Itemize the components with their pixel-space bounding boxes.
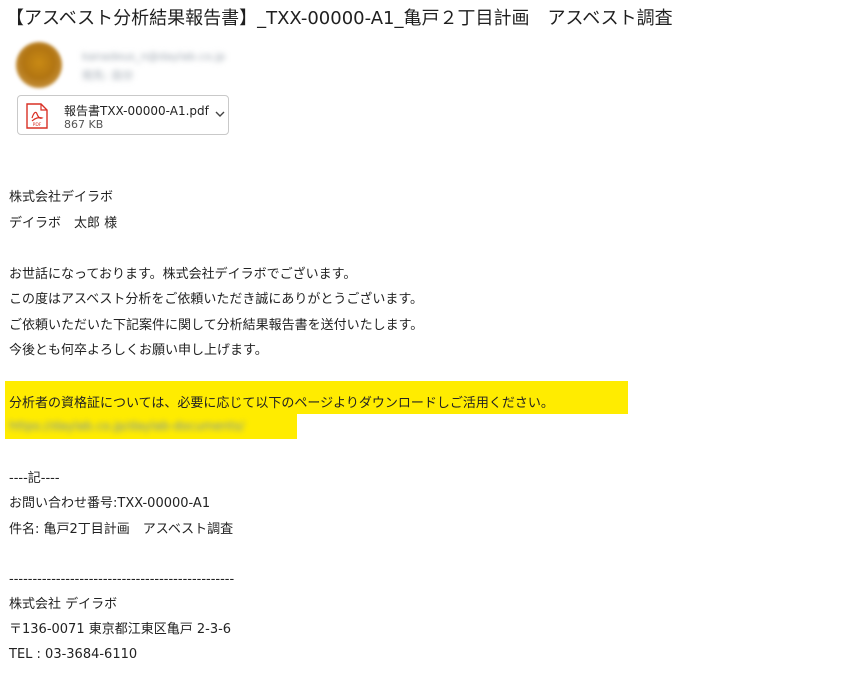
addressee-name: デイラボ 太郎 様 (9, 216, 118, 231)
signature-address: 〒136-0071 東京都江東区亀戸 2-3-6 (9, 622, 232, 637)
case-name: 件名: 亀戸2丁目計画 アスベスト調査 (9, 522, 234, 537)
sender-avatar[interactable] (16, 42, 62, 88)
download-link[interactable]: https://daylab.co.jp/daylab-documents/ (9, 419, 244, 433)
certificate-notice: 分析者の資格証については、必要に応じて以下のページよりダウンロードしご活用くださ… (9, 396, 554, 411)
greeting-line-2: この度はアスベスト分析をご依頼いただき誠にありがとうございます。 (9, 292, 424, 307)
greeting-line-3: ご依頼いただいた下記案件に関して分析結果報告書を送付いたします。 (9, 318, 424, 333)
sender-recipient: 宛先: 自分 (82, 69, 134, 82)
attachment-filename: 報告書TXX-00000-A1.pdf (64, 104, 209, 118)
signature-company: 株式会社 デイラボ (9, 597, 118, 612)
signature-divider: ----------------------------------------… (9, 572, 235, 587)
chevron-down-icon[interactable] (214, 108, 226, 120)
greeting-line-1: お世話になっております。株式会社デイラボでございます。 (9, 267, 357, 282)
attachment-chip[interactable]: PDF 報告書TXX-00000-A1.pdf 867 KB (17, 95, 229, 135)
sender-name[interactable]: kanadeus_n@daylab.co.jp (82, 50, 225, 63)
signature-tel: TEL : 03-3684-6110 (9, 647, 138, 662)
pdf-icon: PDF (26, 103, 48, 129)
record-header: ----記---- (9, 471, 60, 486)
svg-text:PDF: PDF (33, 122, 42, 128)
attachment-size: 867 KB (64, 118, 104, 131)
inquiry-number: お問い合わせ番号:TXX-00000-A1 (9, 496, 211, 511)
addressee-company: 株式会社デイラボ (9, 190, 114, 205)
email-subject: 【アスベスト分析結果報告書】_TXX-00000-A1_亀戸２丁目計画 アスベス… (6, 8, 673, 29)
greeting-line-4: 今後とも何卒よろしくお願い申し上げます。 (9, 343, 268, 358)
